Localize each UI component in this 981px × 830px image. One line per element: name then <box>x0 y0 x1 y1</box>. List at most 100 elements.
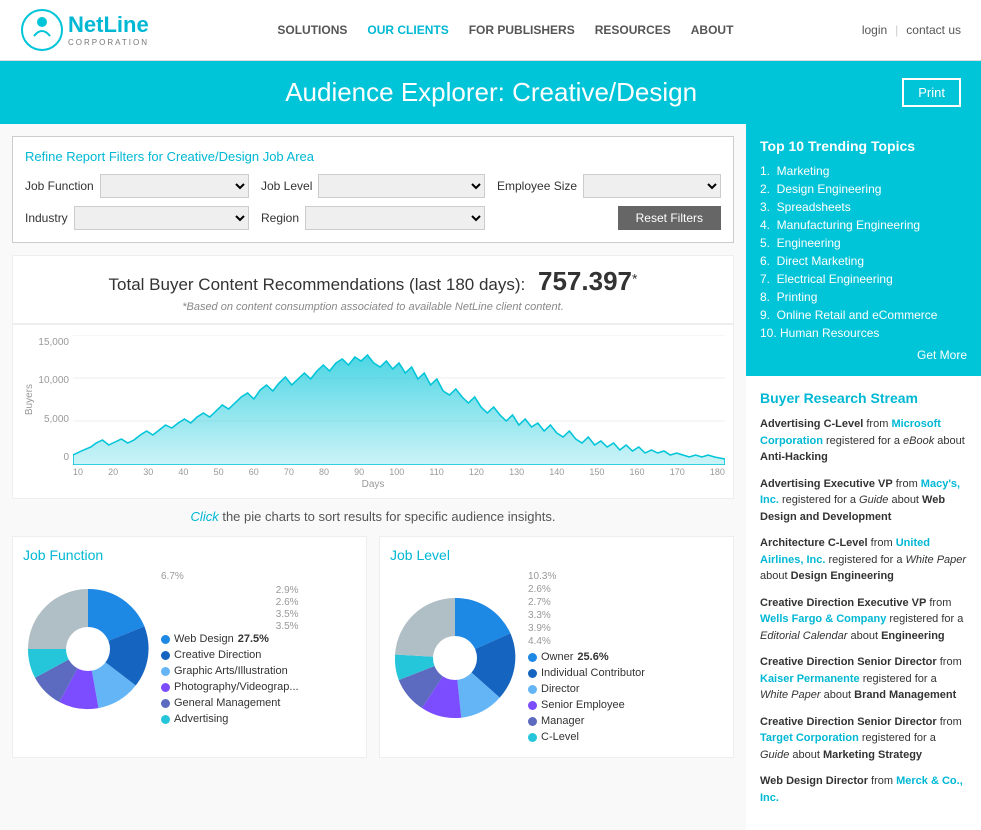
y-label-15000: 15,000 <box>38 337 69 348</box>
filters-title: Refine Report Filters for Creative/Desig… <box>25 149 721 164</box>
logo-text-group: NetLine CORPORATION <box>68 13 149 46</box>
industry-select[interactable] <box>74 206 249 230</box>
x-label-100: 100 <box>389 467 404 477</box>
job-function-legend: 6.7% 2.9% 2.6% 3.5% 3.5% Web Design 27.5… <box>161 571 299 729</box>
employee-size-select[interactable] <box>583 174 721 198</box>
job-function-pie-chart[interactable] <box>23 584 153 717</box>
job-level-pie-content: 10.3% 2.6% 2.7% 3.3% 3.9% 4.4% Owner 25.… <box>390 571 723 747</box>
nav-about[interactable]: ABOUT <box>691 23 734 37</box>
main-container: Refine Report Filters for Creative/Desig… <box>0 124 981 830</box>
job-level-label: Job Level <box>261 179 312 193</box>
y-axis-values: 15,000 10,000 5,000 0 <box>37 335 73 465</box>
filter-row-1: Job Function Job Level Employee Size <box>25 174 721 198</box>
y-label-0: 0 <box>63 452 69 463</box>
trending-item-3: 3. Spreadsheets <box>760 200 967 214</box>
filters-box: Refine Report Filters for Creative/Desig… <box>12 136 734 243</box>
logo-corp: CORPORATION <box>68 38 149 47</box>
industry-filter: Industry <box>25 206 249 230</box>
x-label-70: 70 <box>284 467 294 477</box>
job-level-legend: 10.3% 2.6% 2.7% 3.3% 3.9% 4.4% Owner 25.… <box>528 571 645 747</box>
chart-main <box>73 335 725 465</box>
buyer-item-5: Creative Direction Senior Director from … <box>760 654 967 704</box>
trending-item-10: 10. Human Resources <box>760 326 967 340</box>
header-auth: login | contact us <box>862 23 961 37</box>
region-filter: Region <box>261 206 485 230</box>
region-label: Region <box>261 211 299 225</box>
x-label-180: 180 <box>710 467 725 477</box>
job-level-pie-chart[interactable] <box>390 593 520 726</box>
nav-resources[interactable]: RESOURCES <box>595 23 671 37</box>
reset-filter-area: Reset Filters <box>497 206 721 230</box>
header: NetLine CORPORATION SOLUTIONS OUR CLIENT… <box>0 0 981 61</box>
nav-our-clients[interactable]: OUR CLIENTS <box>367 23 448 37</box>
job-function-pie-title: Job Function <box>23 547 356 563</box>
job-function-pie-box: Job Function <box>12 536 367 758</box>
buyer-item-6: Creative Direction Senior Director from … <box>760 714 967 764</box>
region-select[interactable] <box>305 206 485 230</box>
buyer-item-2: Advertising Executive VP from Macy's, In… <box>760 476 967 526</box>
trending-item-1: 1. Marketing <box>760 164 967 178</box>
x-label-130: 130 <box>509 467 524 477</box>
buyer-item-7: Web Design Director from Merck & Co., In… <box>760 773 967 806</box>
login-link[interactable]: login <box>862 23 887 37</box>
stats-box: Total Buyer Content Recommendations (las… <box>12 255 734 324</box>
click-instruction: Click the pie charts to sort results for… <box>12 509 734 524</box>
trending-item-7: 7. Electrical Engineering <box>760 272 967 286</box>
reset-filters-button[interactable]: Reset Filters <box>618 206 721 230</box>
industry-label: Industry <box>25 211 68 225</box>
nav-solutions[interactable]: SOLUTIONS <box>277 23 347 37</box>
x-label-120: 120 <box>469 467 484 477</box>
trending-item-4: 4. Manufacturing Engineering <box>760 218 967 232</box>
job-level-filter: Job Level <box>261 174 485 198</box>
stats-sup: * <box>632 270 637 286</box>
jf-legend-1: Web Design <box>174 633 234 645</box>
job-level-pie-title: Job Level <box>390 547 723 563</box>
chart-svg <box>73 335 725 465</box>
trending-box: Top 10 Trending Topics 1. Marketing 2. D… <box>746 124 981 376</box>
x-label-140: 140 <box>549 467 564 477</box>
jl-legend-1: Owner <box>541 651 573 663</box>
trending-item-6: 6. Direct Marketing <box>760 254 967 268</box>
stats-value: 757.397 <box>538 266 632 296</box>
nav-for-publishers[interactable]: FOR PUBLISHERS <box>469 23 575 37</box>
x-axis-labels: 10 20 30 40 50 60 70 80 90 100 110 120 1… <box>21 467 725 477</box>
x-axis-label: Days <box>21 479 725 490</box>
x-label-150: 150 <box>589 467 604 477</box>
x-label-10: 10 <box>73 467 83 477</box>
x-label-40: 40 <box>178 467 188 477</box>
x-label-80: 80 <box>319 467 329 477</box>
get-more-link[interactable]: Get More <box>760 348 967 362</box>
trending-item-2: 2. Design Engineering <box>760 182 967 196</box>
x-label-20: 20 <box>108 467 118 477</box>
buyer-item-1: Advertising C-Level from Microsoft Corpo… <box>760 416 967 466</box>
logo: NetLine CORPORATION <box>20 8 149 52</box>
logo-icon <box>20 8 64 52</box>
job-function-pie-content: 6.7% 2.9% 2.6% 3.5% 3.5% Web Design 27.5… <box>23 571 356 729</box>
contact-link[interactable]: contact us <box>906 23 961 37</box>
buyer-stream-title: Buyer Research Stream <box>760 390 967 406</box>
jf-legend-2: Creative Direction <box>174 649 261 661</box>
job-level-select[interactable] <box>318 174 485 198</box>
x-label-90: 90 <box>354 467 364 477</box>
job-level-pie-box: Job Level <box>379 536 734 758</box>
x-label-30: 30 <box>143 467 153 477</box>
jl-legend-3: Director <box>541 683 580 695</box>
employee-size-filter: Employee Size <box>497 174 721 198</box>
page-title: Audience Explorer: Creative/Design <box>80 77 902 108</box>
click-middle-text: the pie charts to sort results for speci… <box>222 509 555 524</box>
jl-legend-4: Senior Employee <box>541 699 625 711</box>
job-function-select[interactable] <box>100 174 249 198</box>
trending-list: 1. Marketing 2. Design Engineering 3. Sp… <box>760 164 967 340</box>
chart-wrapper: Buyers 15,000 10,000 5,000 0 <box>21 335 725 465</box>
buyer-item-3: Architecture C-Level from United Airline… <box>760 535 967 585</box>
stats-title: Total Buyer Content Recommendations (las… <box>109 275 526 294</box>
trending-item-5: 5. Engineering <box>760 236 967 250</box>
stats-headline: Total Buyer Content Recommendations (las… <box>23 266 723 297</box>
employee-size-label: Employee Size <box>497 179 577 193</box>
trending-title: Top 10 Trending Topics <box>760 138 967 154</box>
print-button[interactable]: Print <box>902 78 961 107</box>
job-function-label: Job Function <box>25 179 94 193</box>
x-label-60: 60 <box>249 467 259 477</box>
click-text: Click <box>191 509 219 524</box>
x-label-160: 160 <box>630 467 645 477</box>
